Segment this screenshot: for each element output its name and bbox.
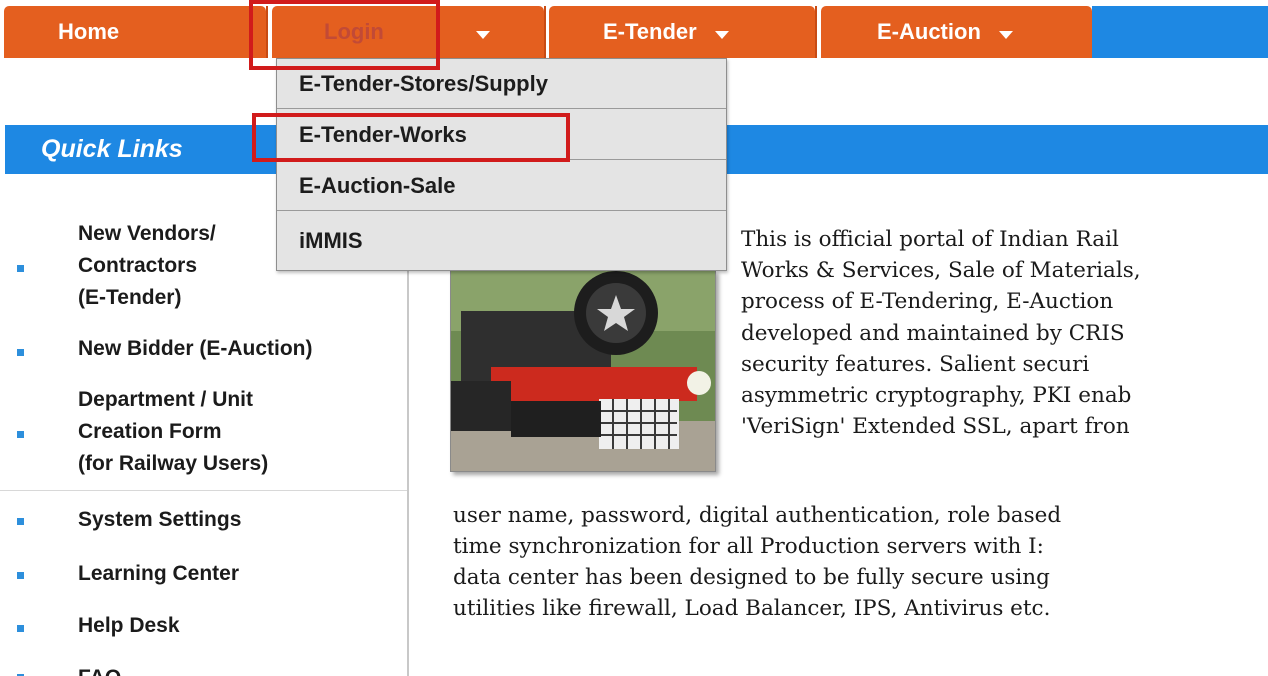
nav-tab-etender[interactable]: E-Tender [549, 6, 815, 58]
top-nav: Home Login E-Tender E-Auction [0, 6, 1268, 58]
menu-item-label: iMMIS [299, 228, 363, 253]
nav-tab-label: Home [58, 19, 120, 44]
nav-tab-label: E-Tender [603, 19, 697, 44]
intro-line: Works & Services, Sale of Materials, [741, 258, 1141, 283]
quick-link-label: Contractors [78, 254, 198, 277]
quick-link-label: (E-Tender) [78, 286, 182, 309]
intro-line: security features. Salient securi [741, 352, 1090, 377]
intro-line: user name, password, digital authenticat… [453, 503, 1062, 528]
nav-divider [544, 6, 546, 58]
quick-link-new-bidder[interactable]: New Bidder (E-Auction) [0, 333, 408, 369]
nav-tab-label: E-Auction [877, 19, 981, 44]
bullet-icon [17, 265, 24, 272]
intro-line: asymmetric cryptography, PKI enab [741, 383, 1132, 408]
intro-line: data center has been designed to be full… [453, 565, 1050, 590]
login-dropdown-menu: E-Tender-Stores/Supply E-Tender-Works E-… [276, 58, 727, 271]
locomotive-illustration [451, 271, 715, 471]
menu-item-eauction-sale[interactable]: E-Auction-Sale [277, 161, 726, 211]
locomotive-photo [450, 270, 716, 472]
quick-link-department-unit[interactable]: Department / Unit Creation Form (for Rai… [0, 384, 408, 484]
chevron-down-icon [714, 31, 729, 39]
nav-divider [815, 6, 817, 58]
quick-link-label: Learning Center [78, 562, 240, 585]
bullet-icon [17, 572, 24, 579]
menu-item-label: E-Auction-Sale [299, 172, 456, 198]
quick-link-label: New Bidder (E-Auction) [78, 337, 313, 360]
nav-tab-home[interactable]: Home [4, 6, 266, 58]
intro-line: 'VeriSign' Extended SSL, apart fron [741, 414, 1130, 439]
menu-item-label: E-Tender-Stores/Supply [299, 70, 548, 96]
etender-works-highlight-box [252, 113, 570, 162]
intro-line: developed and maintained by CRIS [741, 321, 1125, 346]
bullet-icon [17, 349, 24, 356]
chevron-down-icon [998, 31, 1013, 39]
sidebar-separator [0, 490, 407, 491]
quick-link-system-settings[interactable]: System Settings [0, 504, 408, 540]
quick-link-label: Help Desk [78, 614, 180, 637]
bullet-icon [17, 625, 24, 632]
quick-link-label: (for Railway Users) [78, 452, 269, 475]
quick-link-help-desk[interactable]: Help Desk [0, 610, 408, 646]
chevron-down-icon [475, 31, 490, 39]
intro-line: This is official portal of Indian Rail [741, 227, 1119, 252]
intro-line: time synchronization for all Production … [453, 534, 1044, 559]
nav-filler [1092, 6, 1268, 58]
quick-link-label: FAQ [78, 662, 121, 676]
quick-link-faq[interactable]: FAQ [0, 660, 408, 676]
bullet-icon [17, 431, 24, 438]
quick-link-label: System Settings [78, 508, 242, 531]
quick-links-title: Quick Links [41, 135, 183, 163]
quick-link-label: Department / Unit [78, 388, 254, 411]
intro-line: utilities like firewall, Load Balancer, … [453, 596, 1051, 621]
bullet-icon [17, 518, 24, 525]
login-highlight-box [249, 0, 440, 70]
menu-item-immis[interactable]: iMMIS [277, 212, 726, 270]
quick-link-label: New Vendors/ [78, 222, 216, 245]
intro-line: process of E-Tendering, E-Auction [741, 289, 1114, 314]
quick-link-label: Creation Form [78, 420, 222, 443]
nav-tab-eauction[interactable]: E-Auction [821, 6, 1092, 58]
quick-link-learning-center[interactable]: Learning Center [0, 558, 408, 594]
